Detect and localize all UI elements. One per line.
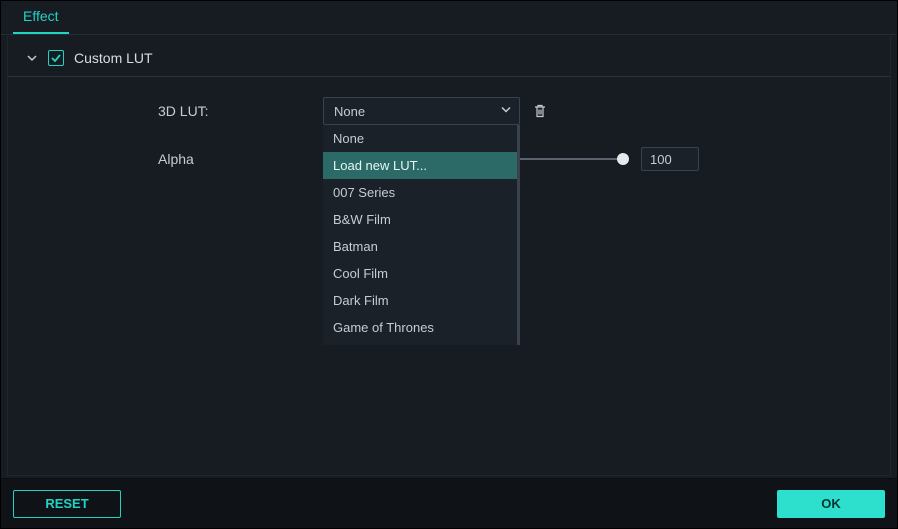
slider-thumb[interactable] — [617, 153, 629, 165]
reset-button[interactable]: RESET — [13, 490, 121, 518]
effect-panel: Effect Custom LUT 3D LUT: None — [0, 0, 898, 529]
label-alpha: Alpha — [158, 151, 323, 167]
chevron-down-icon — [500, 104, 512, 119]
row-3d-lut: 3D LUT: None NoneLoad new LUT...007 Seri… — [158, 97, 890, 125]
lut-option[interactable]: B&W Film — [323, 206, 517, 233]
lut-option[interactable]: Batman — [323, 233, 517, 260]
lut-option[interactable]: 007 Series — [323, 179, 517, 206]
tab-bar: Effect — [1, 1, 897, 35]
lut-select-wrap: None NoneLoad new LUT...007 SeriesB&W Fi… — [323, 97, 520, 125]
chevron-down-icon[interactable] — [26, 52, 38, 64]
lut-dropdown[interactable]: NoneLoad new LUT...007 SeriesB&W FilmBat… — [323, 125, 520, 345]
row-alpha: Alpha — [158, 147, 890, 171]
lut-select-value: None — [334, 104, 365, 119]
panel-body: Custom LUT 3D LUT: None NoneLoad new LUT… — [7, 36, 891, 476]
lut-option[interactable]: None — [323, 125, 517, 152]
lut-option[interactable]: Load new LUT... — [323, 152, 517, 179]
lut-option[interactable]: Dark Film — [323, 287, 517, 314]
section-header: Custom LUT — [8, 36, 890, 77]
trash-icon[interactable] — [532, 103, 548, 119]
ok-button[interactable]: OK — [777, 490, 885, 518]
lut-option[interactable]: Gravity — [323, 341, 517, 345]
section-title: Custom LUT — [74, 50, 153, 66]
lut-option[interactable]: Cool Film — [323, 260, 517, 287]
tab-effect[interactable]: Effect — [13, 0, 69, 34]
form-area: 3D LUT: None NoneLoad new LUT...007 Seri… — [8, 77, 890, 171]
footer: RESET OK — [1, 478, 897, 528]
custom-lut-checkbox[interactable] — [48, 50, 64, 66]
lut-option[interactable]: Game of Thrones — [323, 314, 517, 341]
label-3d-lut: 3D LUT: — [158, 103, 323, 119]
alpha-input[interactable] — [641, 147, 699, 171]
lut-select[interactable]: None — [323, 97, 520, 125]
